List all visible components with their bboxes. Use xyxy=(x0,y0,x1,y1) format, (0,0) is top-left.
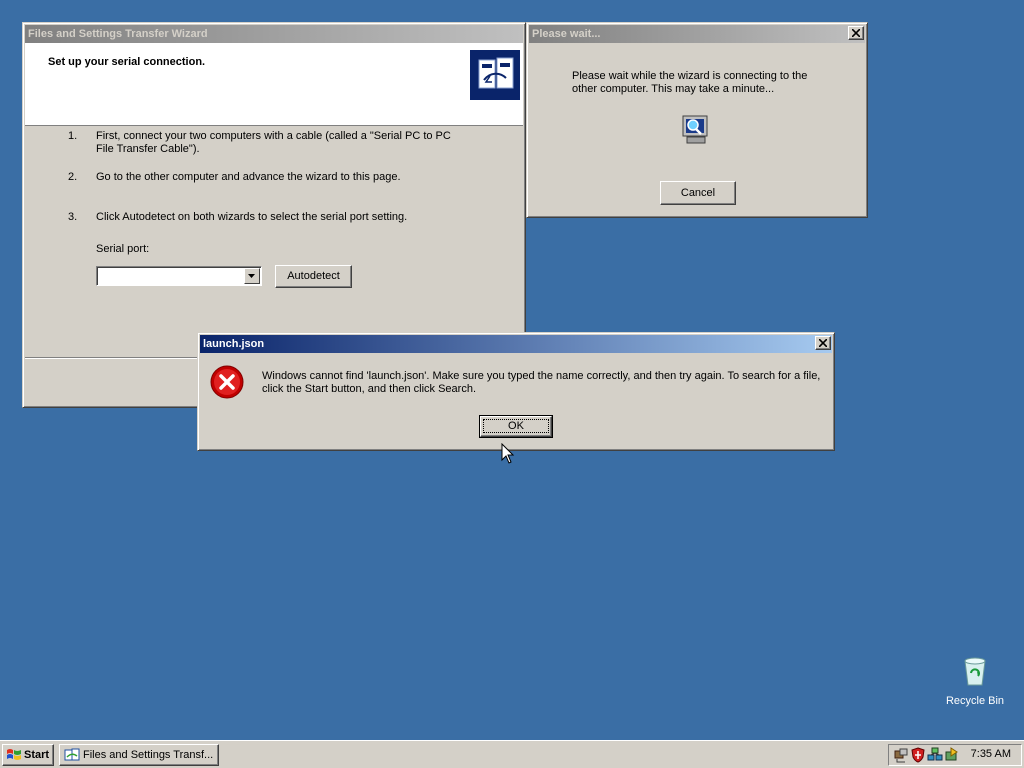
taskbar-item-transfer-wizard[interactable]: Files and Settings Transf... xyxy=(59,744,219,766)
start-label: Start xyxy=(24,749,50,761)
mouse-cursor xyxy=(501,442,515,465)
autodetect-button[interactable]: Autodetect xyxy=(275,265,352,288)
please-wait-dialog: Please wait... Please wait while the wiz… xyxy=(526,22,868,218)
wizard-titlebar[interactable]: Files and Settings Transfer Wizard xyxy=(25,25,523,43)
wait-message: Please wait while the wizard is connecti… xyxy=(572,70,808,95)
recycle-bin-label: Recycle Bin xyxy=(945,695,1005,707)
transfer-wizard-icon xyxy=(64,748,80,761)
wizard-logo-icon xyxy=(470,50,520,100)
tray-clock[interactable]: 7:35 AM xyxy=(971,748,1011,760)
step-2-number: 2. xyxy=(68,171,78,183)
recycle-bin-icon xyxy=(964,657,986,686)
taskbar-item-label: Files and Settings Transf... xyxy=(83,749,214,761)
chevron-down-icon xyxy=(248,274,255,278)
system-tray: 7:35 AM xyxy=(888,744,1022,766)
start-button[interactable]: Start xyxy=(2,744,54,766)
error-close-button[interactable] xyxy=(815,336,831,350)
recycle-bin-shortcut[interactable]: Recycle Bin xyxy=(940,655,1010,711)
step-1-text: First, connect your two computers with a… xyxy=(96,130,451,155)
error-message: Windows cannot find 'launch.json'. Make … xyxy=(262,370,821,395)
step-3-text: Click Autodetect on both wizards to sele… xyxy=(96,211,408,223)
tray-security-shield-icon[interactable] xyxy=(910,747,926,763)
step-2-text: Go to the other computer and advance the… xyxy=(96,171,401,183)
tray-update-icon[interactable] xyxy=(944,747,960,763)
computer-search-icon xyxy=(679,113,713,147)
ok-button[interactable]: OK xyxy=(479,415,553,438)
serial-port-label: Serial port: xyxy=(96,243,150,255)
error-titlebar[interactable]: launch.json xyxy=(200,335,832,353)
error-icon xyxy=(210,365,244,399)
close-icon xyxy=(819,339,827,347)
wait-close-button[interactable] xyxy=(848,26,864,40)
close-icon xyxy=(852,29,860,37)
wait-titlebar[interactable]: Please wait... xyxy=(529,25,865,43)
step-3-number: 3. xyxy=(68,211,78,223)
cancel-button[interactable]: Cancel xyxy=(660,181,736,205)
wizard-header-panel: Set up your serial connection. xyxy=(25,43,523,126)
tray-connections-icon[interactable] xyxy=(927,747,943,763)
wait-title: Please wait... xyxy=(532,28,601,40)
wizard-header-title: Set up your serial connection. xyxy=(48,56,206,68)
error-title: launch.json xyxy=(203,338,265,350)
error-dialog: launch.json Windows cannot find 'launch.… xyxy=(197,332,835,451)
dropdown-arrow-button[interactable] xyxy=(244,268,260,284)
ok-button-label: OK xyxy=(483,419,549,433)
wizard-title: Files and Settings Transfer Wizard xyxy=(28,28,208,40)
taskbar: Start Files and Settings Transf... 7:35 … xyxy=(0,740,1024,768)
tray-network-icon[interactable] xyxy=(893,747,909,763)
serial-port-dropdown[interactable] xyxy=(96,266,262,286)
step-1-number: 1. xyxy=(68,130,78,142)
windows-logo-icon xyxy=(7,749,21,760)
